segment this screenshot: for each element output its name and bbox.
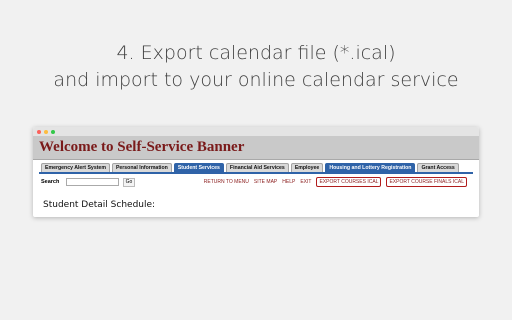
tab-financial-aid-services[interactable]: Financial Aid Services <box>225 163 289 172</box>
tab-grant-access[interactable]: Grant Access <box>417 163 459 172</box>
tab-emergency-alert-system[interactable]: Emergency Alert System <box>41 163 110 172</box>
help-link[interactable]: HELP <box>282 179 295 185</box>
tab-personal-information[interactable]: Personal Information <box>111 163 172 172</box>
tab-housing-and-lottery-registration[interactable]: Housing and Lottery Registration <box>325 163 416 172</box>
minimize-window-icon[interactable] <box>44 129 48 134</box>
close-window-icon[interactable] <box>37 129 41 134</box>
go-button[interactable]: Go <box>123 178 135 187</box>
export-course-finals-ical-button[interactable]: EXPORT COURSE FINALS ICAL <box>386 177 467 187</box>
exit-link[interactable]: EXIT <box>300 179 311 185</box>
banner-title: Welcome to Self-Service Banner <box>39 139 245 155</box>
tab-student-services[interactable]: Student Services <box>173 163 224 172</box>
tutorial-headline: 4. Export calendar file (*.ical) and imp… <box>0 40 512 94</box>
tab-employee[interactable]: Employee <box>290 163 324 172</box>
toolbar-links: RETURN TO MENU SITE MAP HELP EXIT EXPORT… <box>204 177 467 187</box>
export-courses-ical-button[interactable]: EXPORT COURSES ICAL <box>316 177 382 187</box>
headline-line-2: and import to your online calendar servi… <box>53 69 459 91</box>
toolbar: Search Go RETURN TO MENU SITE MAP HELP E… <box>33 174 479 190</box>
search-input[interactable] <box>66 178 119 186</box>
return-to-menu-link[interactable]: RETURN TO MENU <box>204 179 249 185</box>
site-banner: Welcome to Self-Service Banner <box>33 136 479 160</box>
browser-window: Welcome to Self-Service Banner Emergency… <box>33 127 479 217</box>
maximize-window-icon[interactable] <box>51 129 55 134</box>
headline-line-1: 4. Export calendar file (*.ical) <box>116 42 396 64</box>
page-heading: Student Detail Schedule: <box>43 200 156 210</box>
main-nav-tabs: Emergency Alert System Personal Informat… <box>33 162 479 172</box>
window-titlebar <box>33 127 479 136</box>
site-map-link[interactable]: SITE MAP <box>254 179 277 185</box>
search-label: Search <box>41 179 60 185</box>
